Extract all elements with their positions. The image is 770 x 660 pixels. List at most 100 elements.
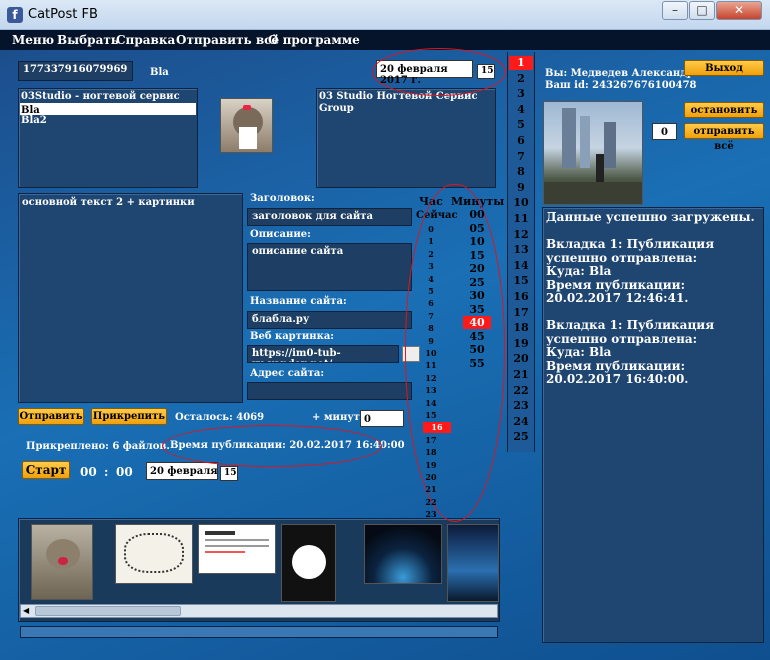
plus-minutes-input[interactable]: 0 <box>360 410 404 427</box>
send-all-button[interactable]: отправить всё <box>684 123 764 152</box>
hour-option[interactable]: 11 <box>425 360 437 371</box>
date-picker[interactable]: 20 февраля 2017 г. <box>376 60 473 86</box>
hour-option[interactable]: 1 <box>425 236 437 247</box>
groups-list-item[interactable]: Bla2 <box>21 115 47 126</box>
hour-option[interactable]: 17 <box>425 435 437 446</box>
day-option[interactable]: 2 <box>509 72 533 86</box>
minute-option[interactable]: 30 <box>468 289 486 302</box>
scroll-left-arrow-icon[interactable]: ◀ <box>23 606 33 616</box>
attachment-thumbnail[interactable] <box>198 524 276 574</box>
calendar-icon[interactable]: 15 <box>477 64 495 79</box>
menu-item-help[interactable]: Справка <box>116 33 175 47</box>
hour-option[interactable]: 12 <box>425 373 437 384</box>
day-option[interactable]: 10 <box>509 196 533 210</box>
hour-option[interactable]: 3 <box>425 261 437 272</box>
bottom-date-picker[interactable]: 20 февраля 201 <box>146 462 218 480</box>
hour-option[interactable]: 6 <box>425 298 437 309</box>
day-option[interactable]: 6 <box>509 134 533 148</box>
stop-button[interactable]: остановить <box>684 102 764 118</box>
hour-option[interactable]: 22 <box>425 497 437 508</box>
address-input[interactable] <box>247 382 412 400</box>
minute-option[interactable]: 55 <box>468 357 486 370</box>
hour-option[interactable]: 20 <box>425 472 437 483</box>
hour-option[interactable]: 14 <box>425 398 437 409</box>
menu-item-send-all[interactable]: Отправить всё <box>176 33 279 47</box>
header-input[interactable]: заголовок для сайта <box>247 208 412 226</box>
hour-option[interactable]: 10 <box>425 348 437 359</box>
hour-option[interactable]: 23 <box>425 509 437 520</box>
hour-option[interactable]: 19 <box>425 460 437 471</box>
hour-option[interactable]: 9 <box>425 336 437 347</box>
day-option[interactable]: 7 <box>509 150 533 164</box>
minute-option[interactable]: 10 <box>468 235 486 248</box>
attachment-thumbnail[interactable] <box>281 524 336 602</box>
day-option[interactable]: 18 <box>509 321 533 335</box>
scrollbar-thumb[interactable] <box>35 606 181 616</box>
account-id-field[interactable]: 177337916079969 <box>18 61 133 81</box>
day-option[interactable]: 16 <box>509 290 533 304</box>
hour-option[interactable]: 4 <box>425 274 437 285</box>
day-option[interactable]: 8 <box>509 165 533 179</box>
minute-option[interactable]: 25 <box>468 276 486 289</box>
hour-option[interactable]: 13 <box>425 385 437 396</box>
groups-list-item-selected[interactable]: Bla <box>20 103 196 116</box>
menu-item-about[interactable]: О программе <box>268 33 360 47</box>
day-option[interactable]: 13 <box>509 243 533 257</box>
day-option[interactable]: 4 <box>509 103 533 117</box>
minute-option[interactable]: 45 <box>468 330 486 343</box>
day-option[interactable]: 3 <box>509 87 533 101</box>
minute-option[interactable]: 40 <box>463 316 491 329</box>
hour-option[interactable]: 5 <box>425 286 437 297</box>
menu-item-select[interactable]: Выбрать <box>57 33 119 47</box>
groups-list-item[interactable]: 03Studio - ногтевой сервис <box>21 91 180 102</box>
day-option[interactable]: 23 <box>509 399 533 413</box>
day-option[interactable]: 21 <box>509 368 533 382</box>
site-name-input[interactable]: блабла.ру <box>247 311 412 329</box>
day-option[interactable]: 25 <box>509 430 533 444</box>
close-button[interactable]: ✕ <box>716 1 762 20</box>
hour-option[interactable]: 2 <box>425 249 437 260</box>
day-option[interactable]: 17 <box>509 306 533 320</box>
minimize-button[interactable]: – <box>662 1 688 20</box>
day-option[interactable]: 20 <box>509 352 533 366</box>
hour-option[interactable]: 16 <box>423 422 451 434</box>
day-option[interactable]: 1 <box>509 56 533 70</box>
counter-field[interactable]: 0 <box>652 123 677 140</box>
minute-option[interactable]: 15 <box>468 249 486 262</box>
minute-option[interactable]: 00 <box>468 208 486 221</box>
day-option[interactable]: 5 <box>509 118 533 132</box>
attach-button[interactable]: Прикрепить <box>91 408 167 425</box>
day-option[interactable]: 11 <box>509 212 533 226</box>
attachment-thumbnail[interactable] <box>364 524 442 584</box>
hour-option[interactable]: 18 <box>425 447 437 458</box>
day-option[interactable]: 24 <box>509 415 533 429</box>
horizontal-scrollbar[interactable]: ◀ <box>20 604 498 618</box>
dropdown-button[interactable] <box>402 346 420 362</box>
bottom-calendar-icon[interactable]: 15 <box>220 466 238 481</box>
hour-option[interactable]: 15 <box>425 410 437 421</box>
day-option[interactable]: 19 <box>509 337 533 351</box>
day-option[interactable]: 22 <box>509 384 533 398</box>
maximize-button[interactable]: □ <box>689 1 715 20</box>
attachment-thumbnail[interactable] <box>31 524 93 600</box>
attachment-thumbnail[interactable] <box>447 524 499 602</box>
minute-option[interactable]: 35 <box>468 303 486 316</box>
minute-option[interactable]: 20 <box>468 262 486 275</box>
day-option[interactable]: 9 <box>509 181 533 195</box>
day-option[interactable]: 15 <box>509 274 533 288</box>
attachment-thumbnail[interactable] <box>115 524 193 584</box>
send-button[interactable]: Отправить <box>18 408 84 425</box>
hour-option[interactable]: 21 <box>425 484 437 495</box>
exit-button[interactable]: Выход <box>684 60 764 76</box>
start-button[interactable]: Старт <box>22 461 70 479</box>
day-option[interactable]: 12 <box>509 228 533 242</box>
hour-option[interactable]: 8 <box>425 323 437 334</box>
hour-option[interactable]: 7 <box>425 311 437 322</box>
menu-item-menu[interactable]: Меню <box>12 33 54 47</box>
post-text-area[interactable] <box>18 193 243 403</box>
day-option[interactable]: 14 <box>509 259 533 273</box>
web-image-input[interactable]: https://im0-tub-ru.yandex.net/ <box>247 345 399 363</box>
minute-option[interactable]: 50 <box>468 343 486 356</box>
minute-option[interactable]: 05 <box>468 222 486 235</box>
hour-option[interactable]: 0 <box>425 224 437 235</box>
